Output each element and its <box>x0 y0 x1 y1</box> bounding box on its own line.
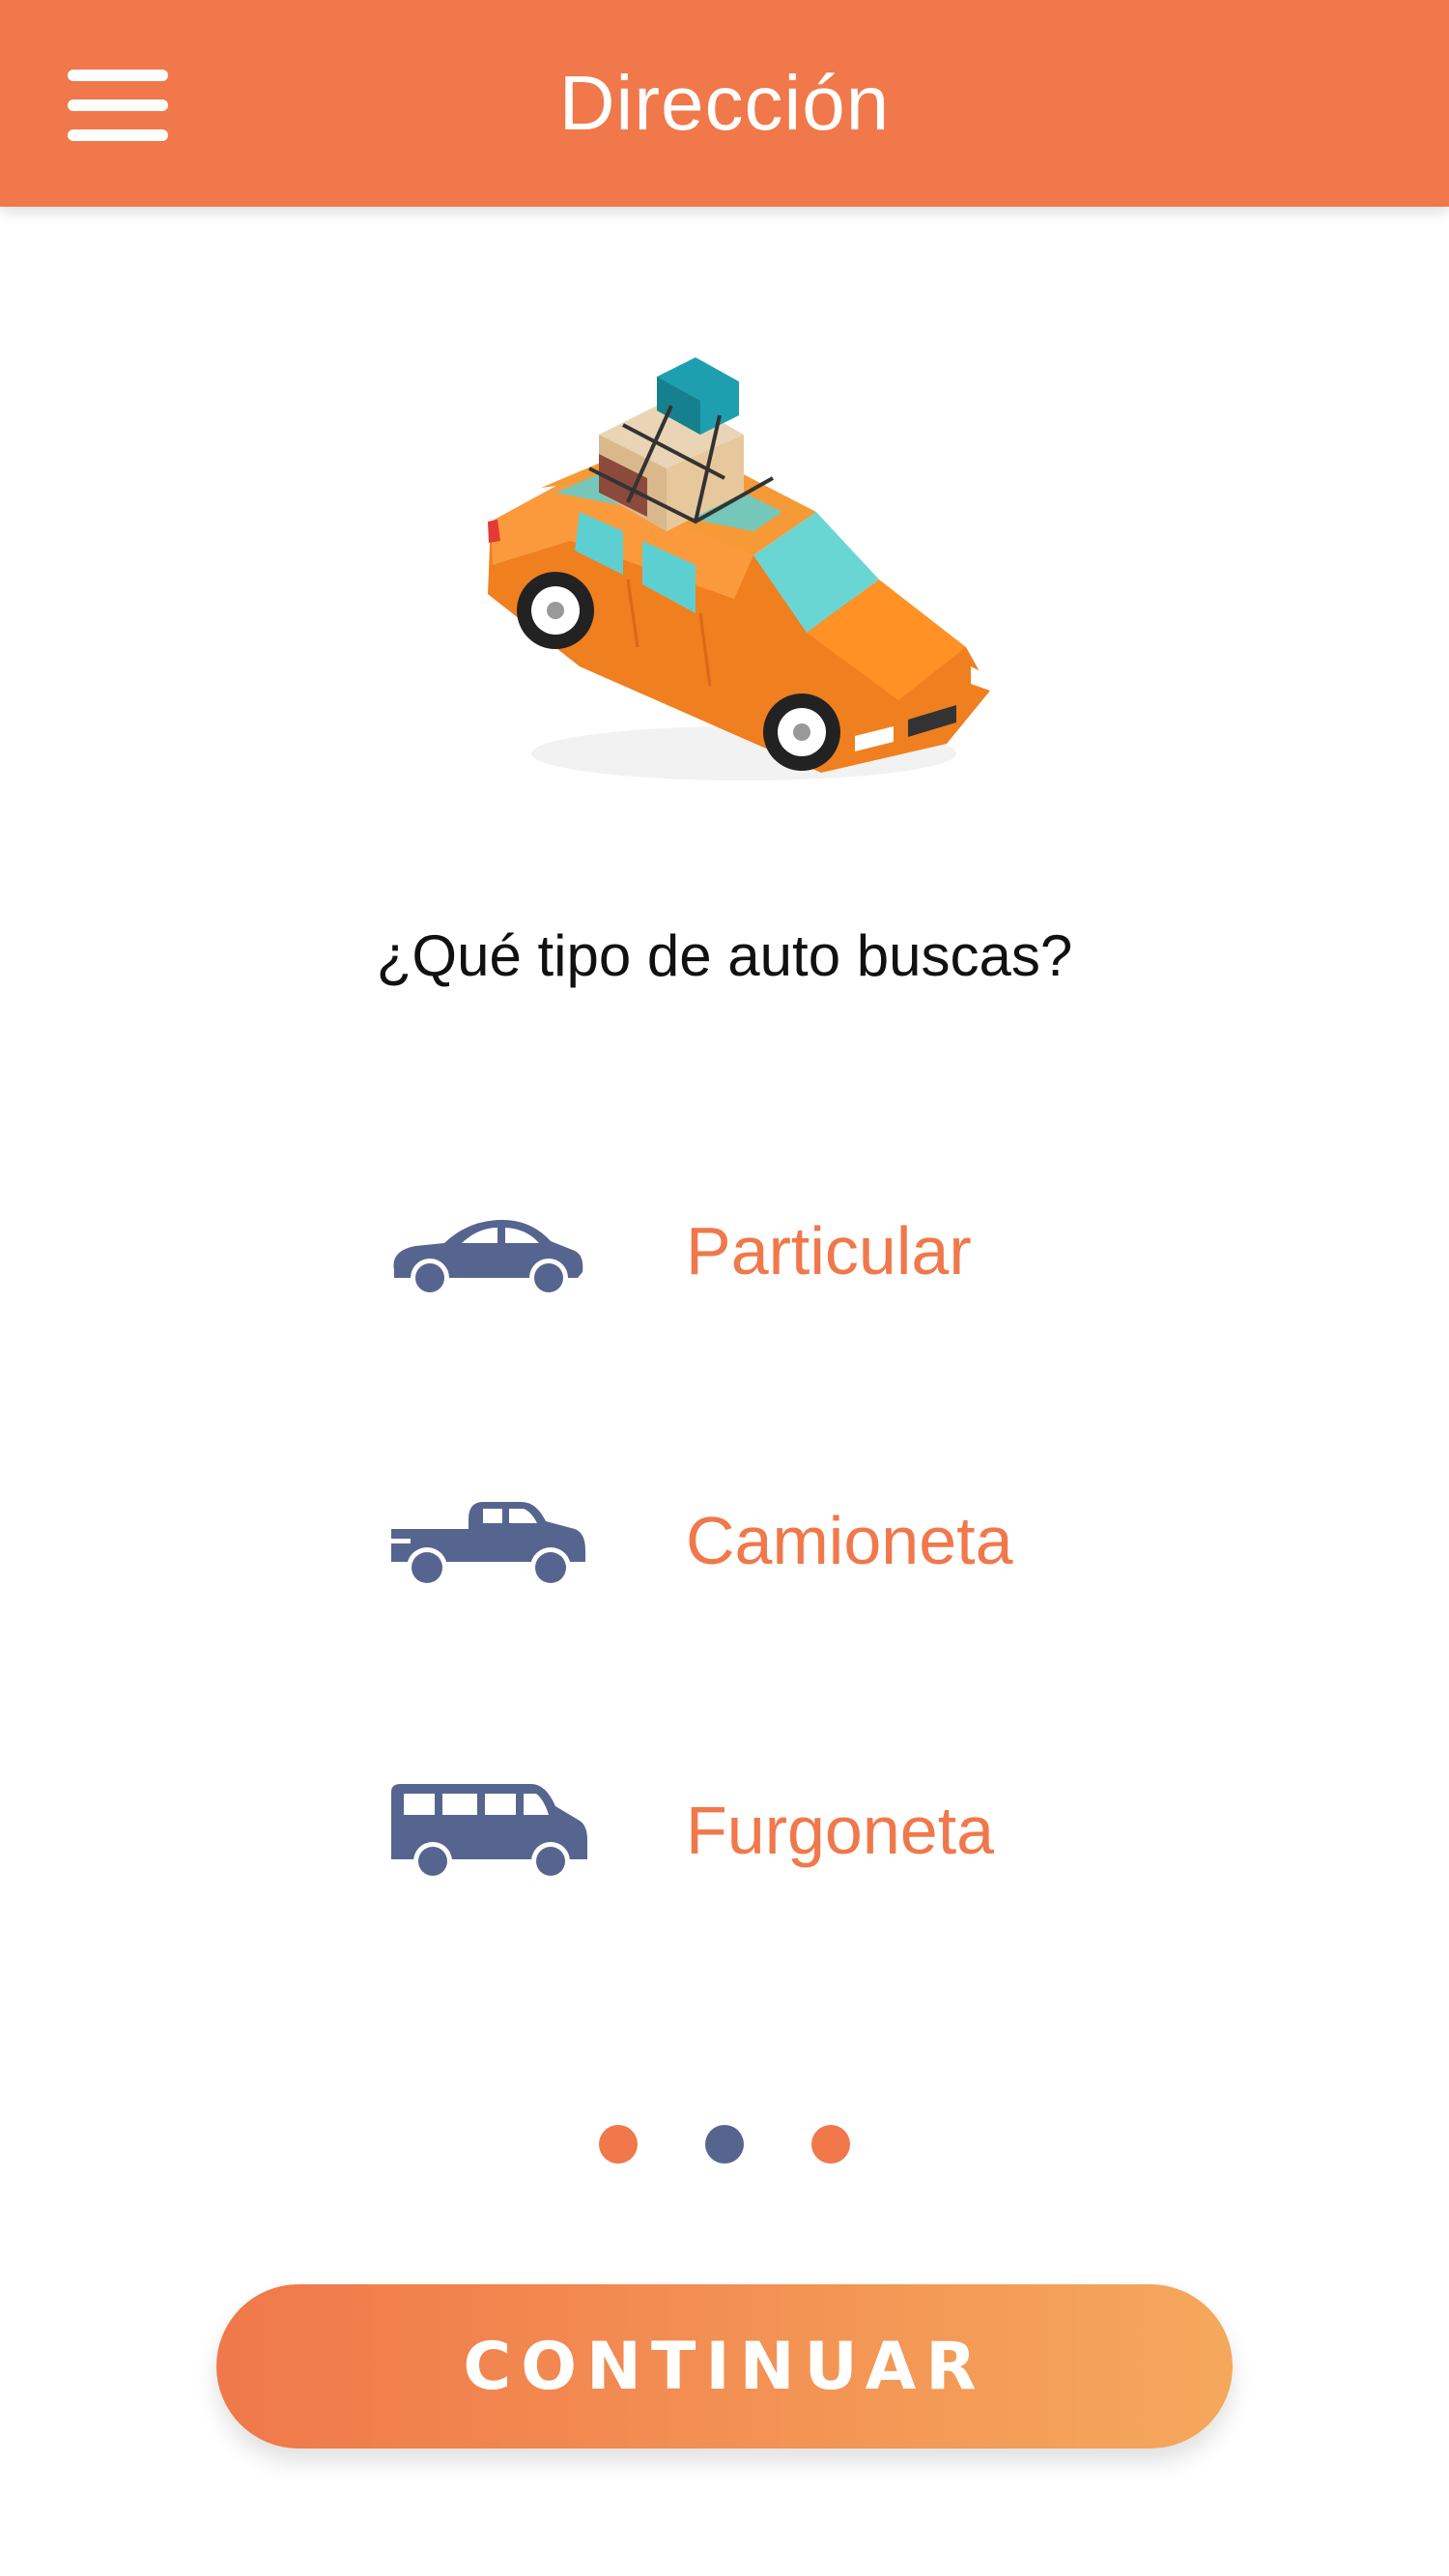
pagination-dot-1[interactable] <box>599 2125 638 2164</box>
car-with-luggage-illustration <box>488 357 990 780</box>
pagination-dots <box>0 2125 1449 2167</box>
option-furgoneta[interactable]: Furgoneta <box>367 1758 1101 1903</box>
option-label-camioneta: Camioneta <box>686 1503 1013 1578</box>
option-particular[interactable]: Particular <box>367 1178 1101 1323</box>
option-label-particular: Particular <box>686 1213 972 1288</box>
pickup-truck-icon <box>386 1492 589 1589</box>
option-camioneta[interactable]: Camioneta <box>367 1468 1101 1613</box>
question-text: ¿Qué tipo de auto buscas? <box>376 923 1073 988</box>
continue-button[interactable]: CONTINUAR <box>216 2284 1233 2449</box>
app-header: Dirección <box>0 0 1449 207</box>
option-label-furgoneta: Furgoneta <box>686 1793 995 1868</box>
van-icon <box>386 1782 589 1879</box>
page-title: Dirección <box>558 60 891 146</box>
sedan-car-icon <box>386 1203 589 1299</box>
pagination-dot-3[interactable] <box>811 2125 850 2164</box>
hero-illustration <box>464 357 1005 802</box>
pagination-dot-2[interactable] <box>705 2125 744 2164</box>
